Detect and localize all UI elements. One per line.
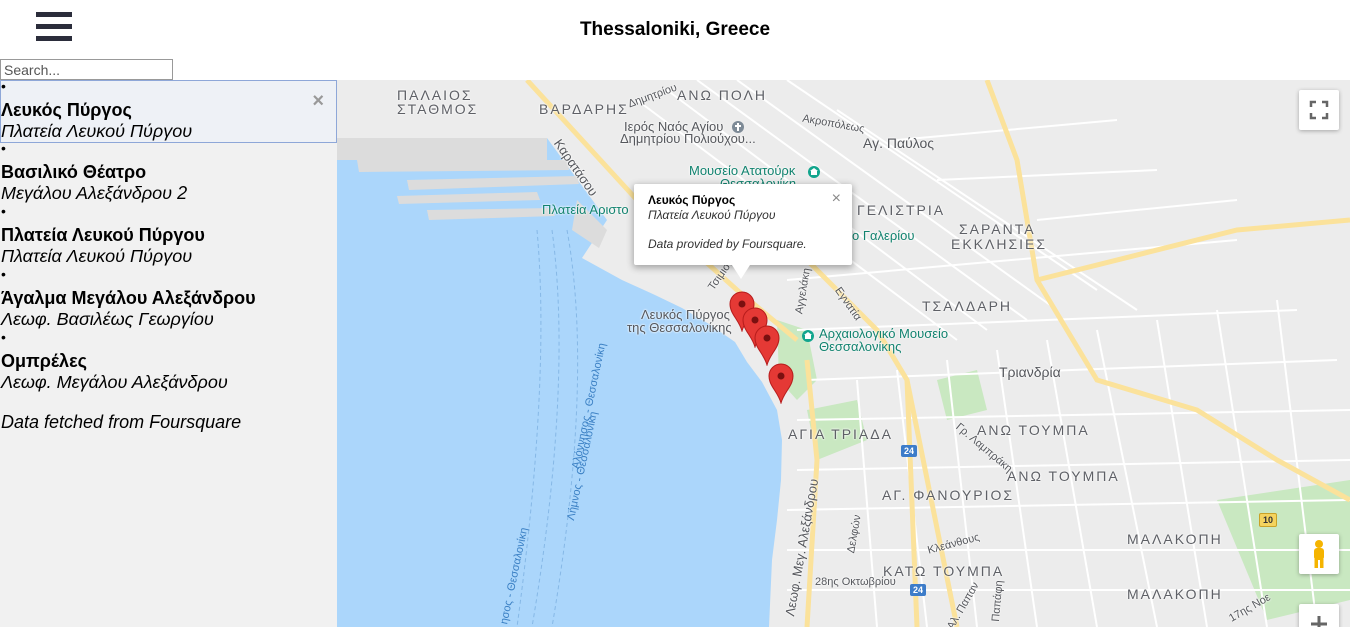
museum-icon[interactable] [802,330,814,342]
zoom-in-icon [1311,616,1327,627]
search-input[interactable] [0,59,173,80]
info-window-credit: Data provided by Foursquare. [648,237,807,251]
pegman-icon [1314,540,1324,568]
place-address: Μεγάλου Αλεξάνδρου 2 [1,183,188,203]
place-address: Λεωφ. Μεγάλου Αλεξάνδρου [1,372,228,392]
fullscreen-icon [1309,100,1329,120]
map-label: Αγ. Παύλος [863,135,935,151]
place-address: Λεωφ. Βασιλέως Γεωργίου [1,309,214,329]
map-label: ο Γαλερίου [852,228,915,243]
place-address: Πλατεία Λευκού Πύργου [1,246,193,266]
list-bullet: • [1,203,6,219]
place-name: Πλατεία Λευκού Πύργου [1,225,205,245]
close-icon[interactable]: × [832,190,841,208]
app-header: Thessaloniki, Greece [0,0,1350,60]
place-name: Ομπρέλες [1,351,87,371]
places-list: • × Λευκός Πύργος Πλατεία Λευκού Πύργου … [0,78,337,395]
place-name: Βασιλικό Θέατρο [1,162,147,182]
page-title: Thessaloniki, Greece [579,19,771,40]
map-label: ΤΣΑΛΔΑΡΗ [922,298,1013,314]
map-label: ΑΝΩ ΤΟΥΜΠΑ [1007,468,1120,484]
list-item[interactable]: • × Λευκός Πύργος Πλατεία Λευκού Πύργου [0,78,337,143]
list-bullet: • [1,329,6,345]
map-label: της Θεσσαλονίκης [627,320,732,335]
source-note: Data fetched from Foursquare [1,412,242,432]
church-icon[interactable] [732,121,744,133]
map-label: ΜΑΛΑΚΟΠΗ [1127,531,1223,547]
place-address: Πλατεία Λευκού Πύργου [1,121,193,141]
map-label: ΑΝΩ ΤΟΥΜΠΑ [977,422,1090,438]
zoom-in-button[interactable] [1299,604,1339,627]
map-label: ΣΑΡΑΝΤΑ [959,221,1036,237]
list-bullet: • [1,78,6,94]
map-label: Θεσσαλονίκης [819,339,902,354]
street-view-button[interactable] [1299,534,1339,574]
map-marker-icon[interactable] [767,362,795,404]
map-label: ΑΓ. ΦΑΝΟΥΡΙΟΣ [882,487,1015,503]
place-name: Άγαλμα Μεγάλου Αλεξάνδρου [1,288,256,308]
info-window: × Λευκός Πύργος Πλατεία Λευκού Πύργου Da… [634,184,852,279]
map-label: Δημητρίου Πολιούχου... [620,131,756,146]
close-icon[interactable]: × [312,91,324,111]
map-label: ΚΑΤΩ ΤΟΥΜΠΑ [883,563,1005,579]
map-label: Πλατεία Αριστο [542,202,629,217]
map[interactable]: ΠΑΛΑΙΟΣ ΣΤΑΘΜΟΣ ΒΑΡΔΑΡΗΣ ΑΝΩ ΠΟΛΗ Δημητρ… [337,80,1350,627]
map-label: ΕΚΚΛΗΣΙΕΣ [951,236,1048,252]
map-label: ΒΑΡΔΑΡΗΣ [539,101,629,117]
map-marker-icon[interactable] [753,324,781,366]
list-item[interactable]: • Ομπρέλες Λεωφ. Μεγάλου Αλεξάνδρου [0,329,337,395]
map-label: ΑΝΩ ΠΟΛΗ [677,87,768,103]
list-bullet: • [1,140,6,156]
map-label: ΜΑΛΑΚΟΠΗ [1127,586,1223,602]
museum-icon[interactable] [808,166,820,178]
map-label: Τριανδρία [999,364,1061,380]
route-shield: 10 [1259,513,1278,527]
list-item[interactable]: • Πλατεία Λευκού Πύργου Πλατεία Λευκού Π… [0,203,337,269]
info-window-address: Πλατεία Λευκού Πύργου [648,208,776,222]
sidebar: • × Λευκός Πύργος Πλατεία Λευκού Πύργου … [0,78,337,627]
map-label: ΓΕΛΙΣΤΡΙΑ [857,202,946,218]
fullscreen-button[interactable] [1299,90,1339,130]
list-bullet: • [1,266,6,282]
map-label: ΑΓΙΑ ΤΡΙΑΔΑ [788,426,893,442]
list-item[interactable]: • Βασιλικό Θέατρο Μεγάλου Αλεξάνδρου 2 [0,140,337,206]
list-item[interactable]: • Άγαλμα Μεγάλου Αλεξάνδρου Λεωφ. Βασιλέ… [0,266,337,332]
place-name: Λευκός Πύργος [1,100,132,120]
info-window-title: Λευκός Πύργος [648,193,736,207]
route-shield: 24 [901,445,918,457]
map-label: ΣΤΑΘΜΟΣ [397,101,479,117]
route-shield: 24 [910,584,927,596]
